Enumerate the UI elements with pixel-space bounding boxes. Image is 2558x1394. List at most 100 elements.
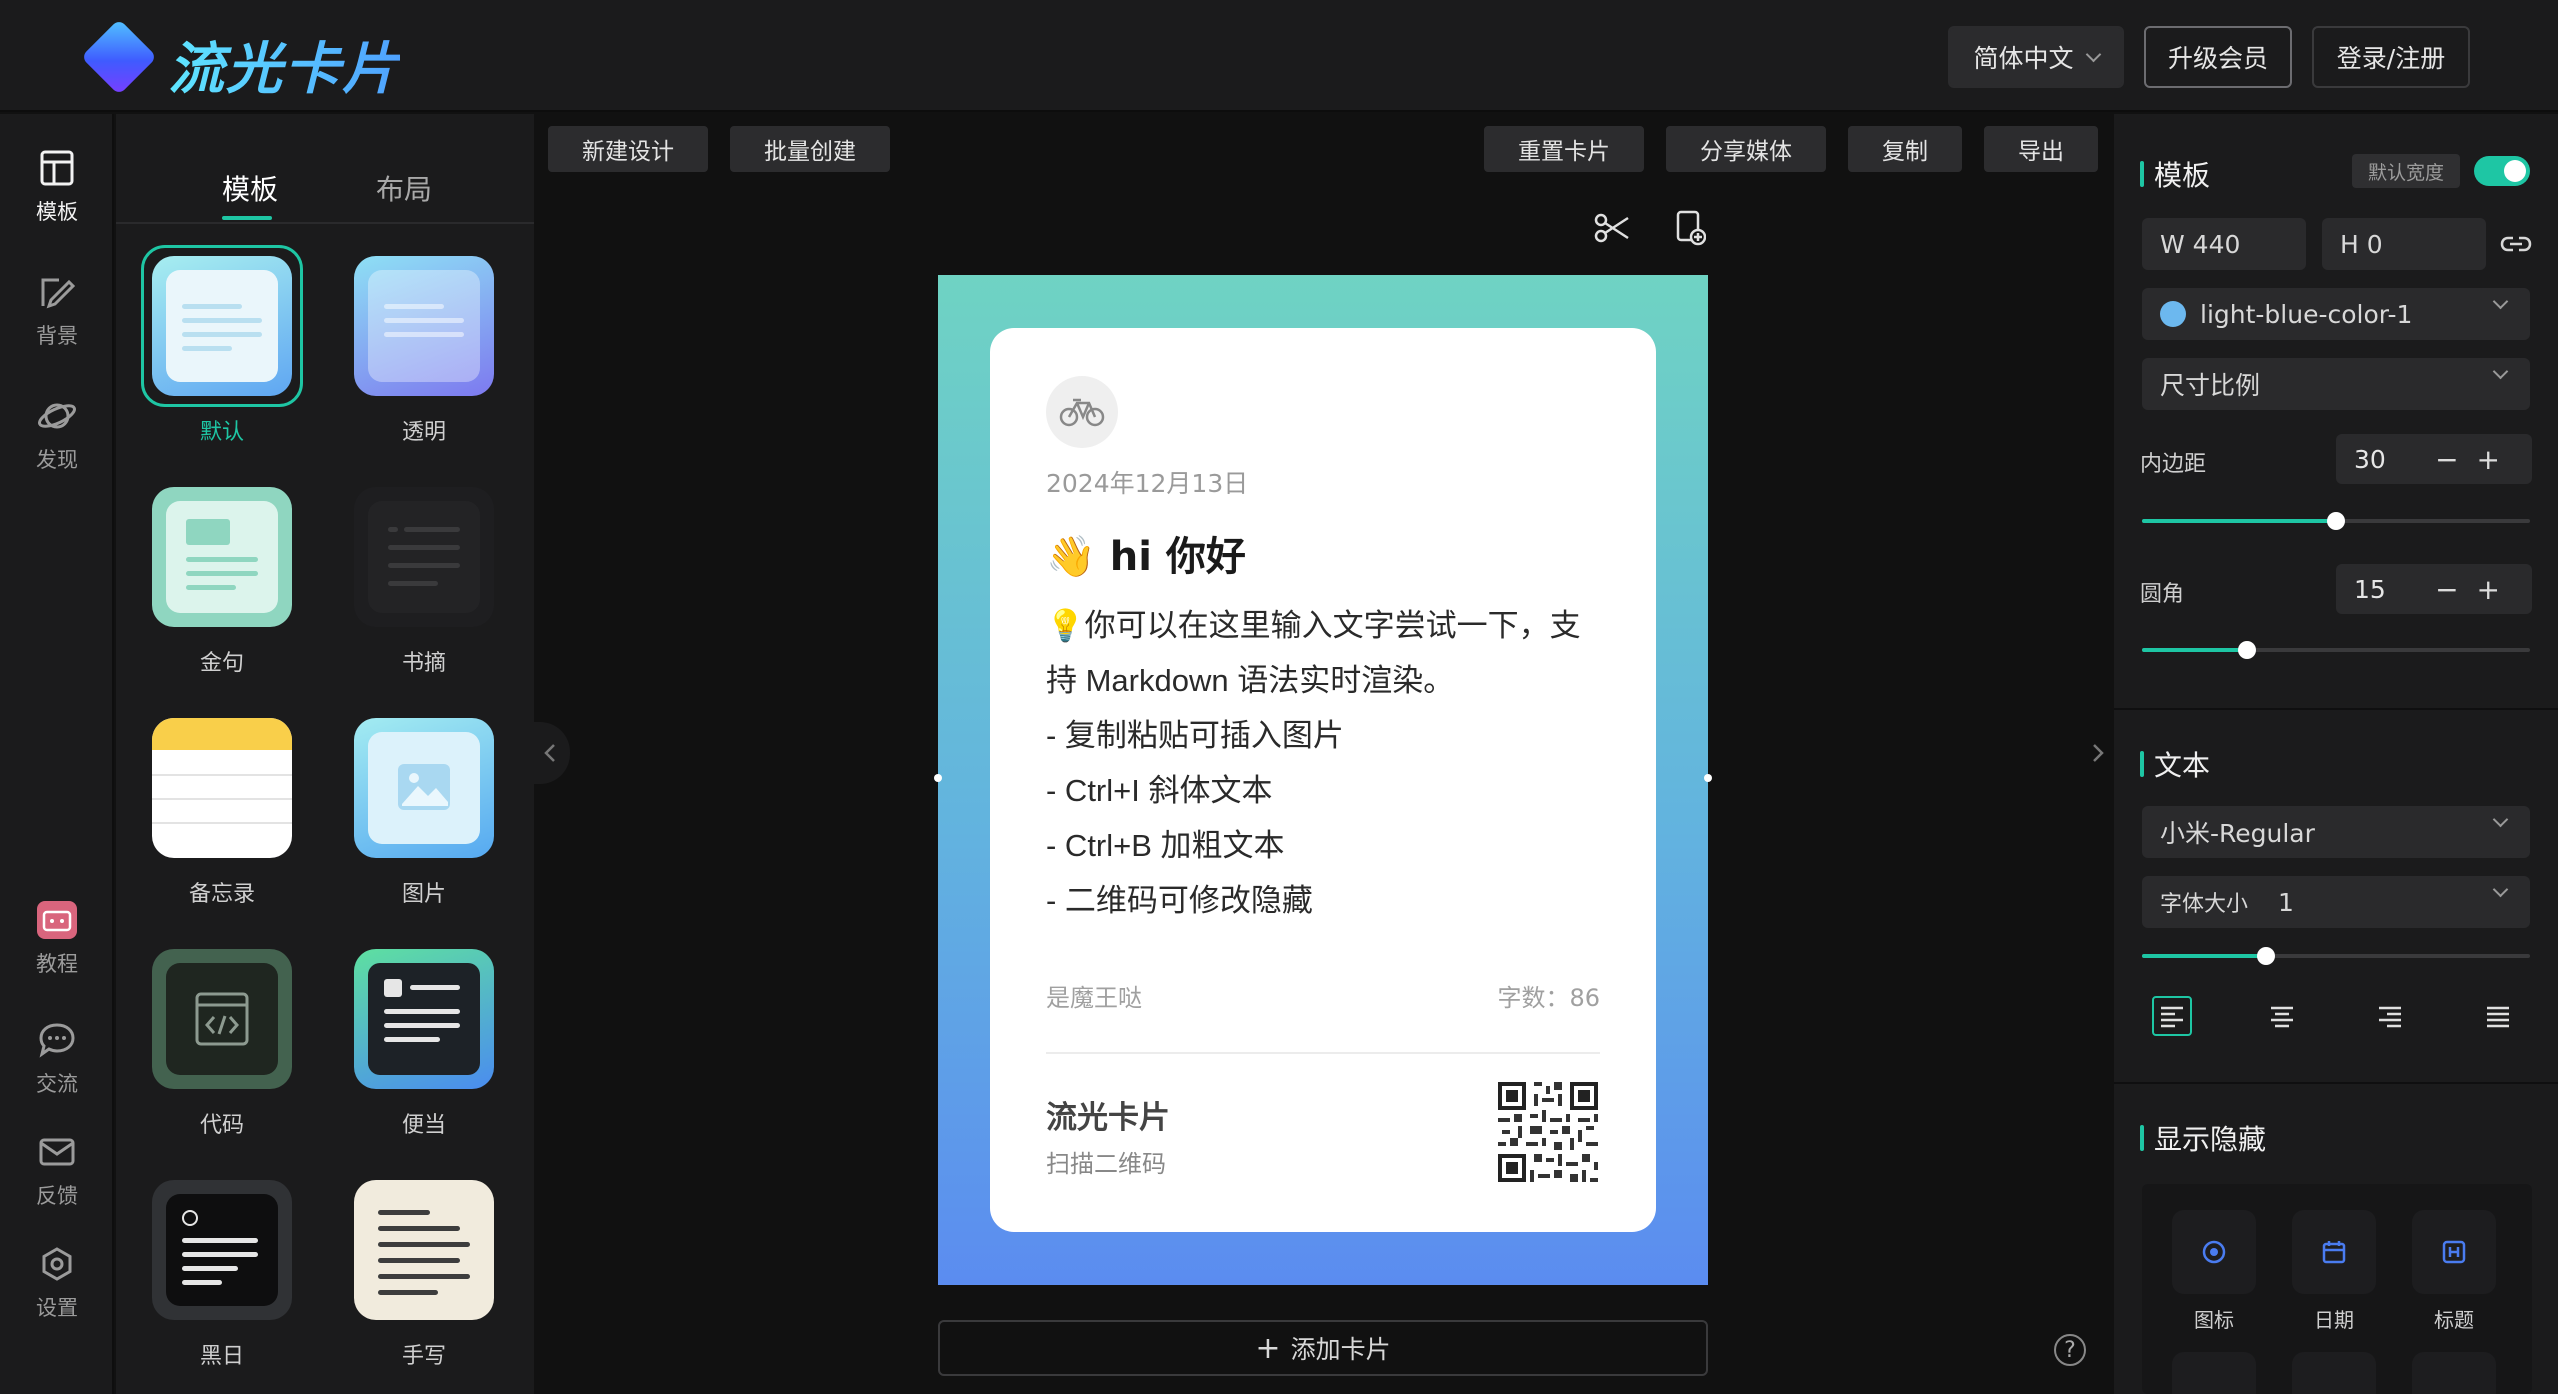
template-quote[interactable]: 金句 [152,487,292,677]
align-justify-button[interactable] [2478,996,2518,1036]
language-select[interactable]: 简体中文 [1948,26,2124,88]
rail-item-feedback[interactable]: 反馈 [0,1132,114,1210]
template-memo[interactable]: 备忘录 [152,718,292,908]
template-thumbnail [354,1180,494,1320]
upgrade-button[interactable]: 升级会员 [2144,26,2292,88]
text-section-title: 文本 [2140,744,2210,784]
template-transparent[interactable]: 透明 [354,256,494,446]
rail-item-template[interactable]: 模板 [0,148,114,226]
section-title-text: 显示隐藏 [2154,1123,2267,1156]
template-label: 图片 [401,882,446,907]
template-label: 手写 [401,1344,446,1369]
stepper-buttons[interactable]: −+ [2435,443,2518,476]
rail-label: 教程 [36,952,78,976]
collapse-right-panel-button[interactable] [2078,722,2118,784]
card-content[interactable]: 💡你可以在这里输入文字尝试一下，支 持 Markdown 语法实时渲染。 - 复… [1046,598,1606,928]
width-input[interactable]: W 440 [2142,218,2306,270]
section-divider [2114,1082,2558,1084]
chevron-down-icon [2492,811,2509,828]
align-right-button[interactable] [2370,996,2410,1036]
resize-handle-left[interactable] [934,774,942,782]
tab-template[interactable]: 模板 [222,168,278,208]
settings-icon [37,1244,77,1284]
section-title-text: 模板 [2154,159,2211,192]
font-select[interactable]: 小米-Regular [2142,806,2530,858]
card-title[interactable]: 👋 hi 你好 [1046,524,1246,582]
slider-thumb[interactable] [2327,512,2345,530]
visibility-item-partial[interactable] [2292,1352,2376,1394]
language-label: 简体中文 [1973,44,2074,73]
padding-stepper[interactable]: 30 −+ [2336,434,2532,484]
rail-label: 背景 [36,324,78,348]
section-marker [2140,751,2144,777]
stepper-buttons[interactable]: −+ [2435,573,2518,606]
template-dark[interactable]: 黑日 [152,1180,292,1370]
toggle-icon-visibility[interactable]: 图标 [2172,1210,2256,1333]
rail-item-discover[interactable]: 发现 [0,396,114,474]
card-date[interactable]: 2024年12月13日 [1046,464,1248,500]
visibility-item-partial[interactable] [2172,1352,2256,1394]
font-size-select[interactable]: 字体大小 1 [2142,876,2530,928]
template-handwriting[interactable]: 手写 [354,1180,494,1370]
align-left-button[interactable] [2152,996,2192,1036]
template-icon [37,148,77,188]
template-label: 黑日 [199,1344,244,1369]
copy-button[interactable]: 复制 [1848,126,1962,172]
reset-card-button[interactable]: 重置卡片 [1484,126,1644,172]
share-media-button[interactable]: 分享媒体 [1666,126,1826,172]
rail-item-settings[interactable]: 设置 [0,1244,114,1322]
align-center-icon [2271,1006,2293,1028]
export-button[interactable]: 导出 [1984,126,2098,172]
radius-slider[interactable] [2142,641,2530,659]
cut-button[interactable] [1592,208,1632,248]
card-title-text: hi 你好 [1109,534,1246,580]
rail-label: 反馈 [36,1184,78,1208]
qr-code[interactable] [1498,1082,1598,1182]
align-center-button[interactable] [2262,996,2302,1036]
radius-stepper[interactable]: 15 −+ [2336,564,2532,614]
default-width-toggle[interactable] [2474,156,2530,186]
add-card-button[interactable]: + 添加卡片 [938,1320,1708,1376]
color-select[interactable]: light-blue-color-1 [2142,288,2530,340]
link-dimensions-button[interactable] [2500,230,2532,258]
ratio-select[interactable]: 尺寸比例 [2142,358,2530,410]
rail-item-chat[interactable]: 交流 [0,1020,114,1098]
content-line: 持 Markdown 语法实时渲染。 [1046,663,1455,698]
template-thumbnail [354,718,494,858]
template-label: 便当 [401,1113,446,1138]
visibility-label: 图标 [2194,1308,2234,1332]
collapse-left-panel-button[interactable] [530,722,570,784]
waving-hand-icon: 👋 [1046,534,1096,580]
template-code[interactable]: 代码 [152,949,292,1139]
template-image[interactable]: 图片 [354,718,494,908]
template-excerpt[interactable]: 书摘 [354,487,494,677]
template-bento[interactable]: 便当 [354,949,494,1139]
font-size-slider[interactable] [2142,947,2530,965]
rail-item-tutorial[interactable]: 教程 [0,900,114,978]
slider-thumb[interactable] [2237,641,2256,659]
toggle-date-visibility[interactable]: 日期 [2292,1210,2376,1333]
planet-icon [37,396,77,436]
resize-handle-right[interactable] [1704,774,1712,782]
chevron-left-icon [544,744,555,762]
height-input[interactable]: H 0 [2322,218,2486,270]
rail-item-background[interactable]: 背景 [0,272,114,350]
template-default[interactable]: 默认 [141,245,303,446]
help-button[interactable]: ? [2054,1334,2086,1366]
card-brand-subtitle[interactable]: 扫描二维码 [1046,1144,1166,1179]
tab-layout[interactable]: 布局 [376,168,432,208]
padding-slider[interactable] [2142,512,2530,530]
batch-create-button[interactable]: 批量创建 [730,126,890,172]
login-button[interactable]: 登录/注册 [2312,26,2470,88]
card-avatar[interactable] [1046,376,1118,448]
visibility-item-partial[interactable] [2412,1352,2496,1394]
font-size-label: 字体大小 [2160,892,2249,917]
template-thumbnail [152,1180,292,1320]
add-page-button[interactable] [1670,208,1710,248]
new-design-button[interactable]: 新建设计 [548,126,708,172]
card-author[interactable]: 是魔王哒 [1046,978,1142,1013]
card-brand-title[interactable]: 流光卡片 [1046,1092,1170,1137]
template-thumbnail [152,949,292,1089]
toggle-title-visibility[interactable]: 标题 [2412,1210,2496,1333]
template-thumbnail [354,949,494,1089]
